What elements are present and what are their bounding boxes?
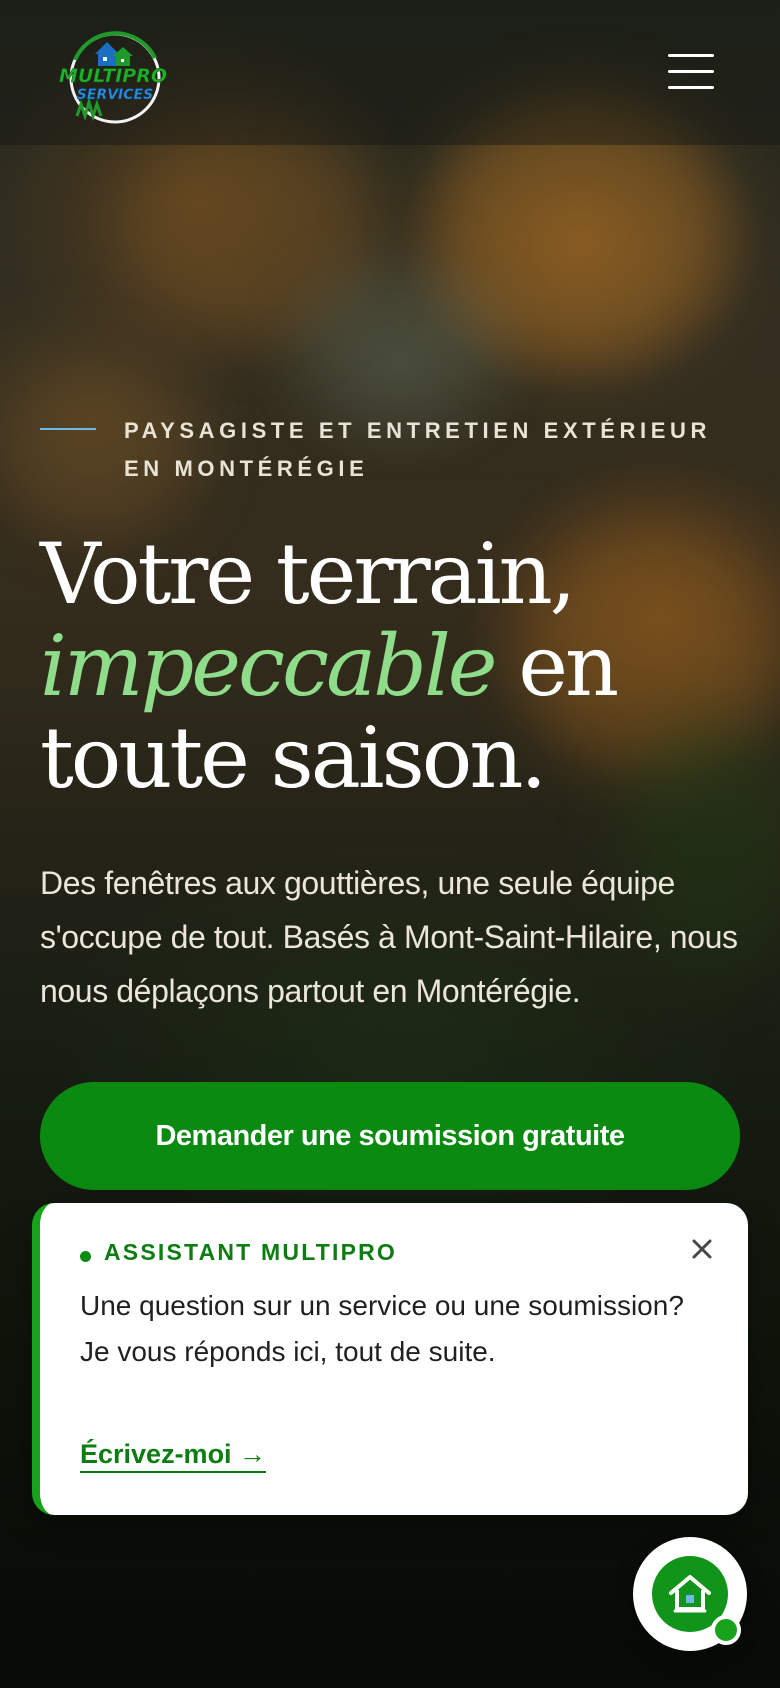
headline-part1: Votre terrain, xyxy=(40,525,576,623)
logo-line2: SERVICES xyxy=(77,87,153,103)
site-header: MULTIPRO SERVICES xyxy=(0,0,780,145)
hamburger-menu-button[interactable] xyxy=(664,52,716,92)
assistant-chat-card: ASSISTANT MULTIPRO Une question sur un s… xyxy=(32,1203,748,1515)
chat-launcher-button[interactable] xyxy=(633,1537,747,1651)
write-to-me-link[interactable]: Écrivez-moi → xyxy=(80,1439,267,1473)
hero-eyebrow: PAYSAGISTE ET ENTRETIEN EXTÉRIEUR EN MON… xyxy=(124,418,711,481)
hero-lead: Des fenêtres aux gouttières, une seule é… xyxy=(40,865,738,1009)
assistant-label: ASSISTANT MULTIPRO xyxy=(104,1239,398,1265)
close-chat-button[interactable] xyxy=(682,1229,722,1269)
eyebrow-divider xyxy=(40,428,96,430)
hamburger-menu-icon xyxy=(668,54,714,57)
house-logo-icon: MULTIPRO SERVICES xyxy=(59,31,167,124)
hero-headline: Votre terrain, impeccable en toute saison. xyxy=(40,528,760,804)
close-icon xyxy=(692,1239,712,1259)
chat-online-indicator xyxy=(711,1615,741,1645)
headline-part2: en xyxy=(518,617,619,715)
request-quote-button[interactable]: Demander une soumission gratuite xyxy=(40,1082,740,1190)
online-status-dot xyxy=(80,1251,91,1262)
assistant-message: Une question sur un service ou une soumi… xyxy=(80,1290,684,1367)
headline-accent: impeccable xyxy=(40,617,498,715)
headline-part3: toute saison. xyxy=(40,709,547,807)
house-chat-icon xyxy=(669,1575,711,1613)
logo-line1: MULTIPRO xyxy=(59,65,167,87)
site-logo[interactable]: MULTIPRO SERVICES xyxy=(55,30,177,124)
